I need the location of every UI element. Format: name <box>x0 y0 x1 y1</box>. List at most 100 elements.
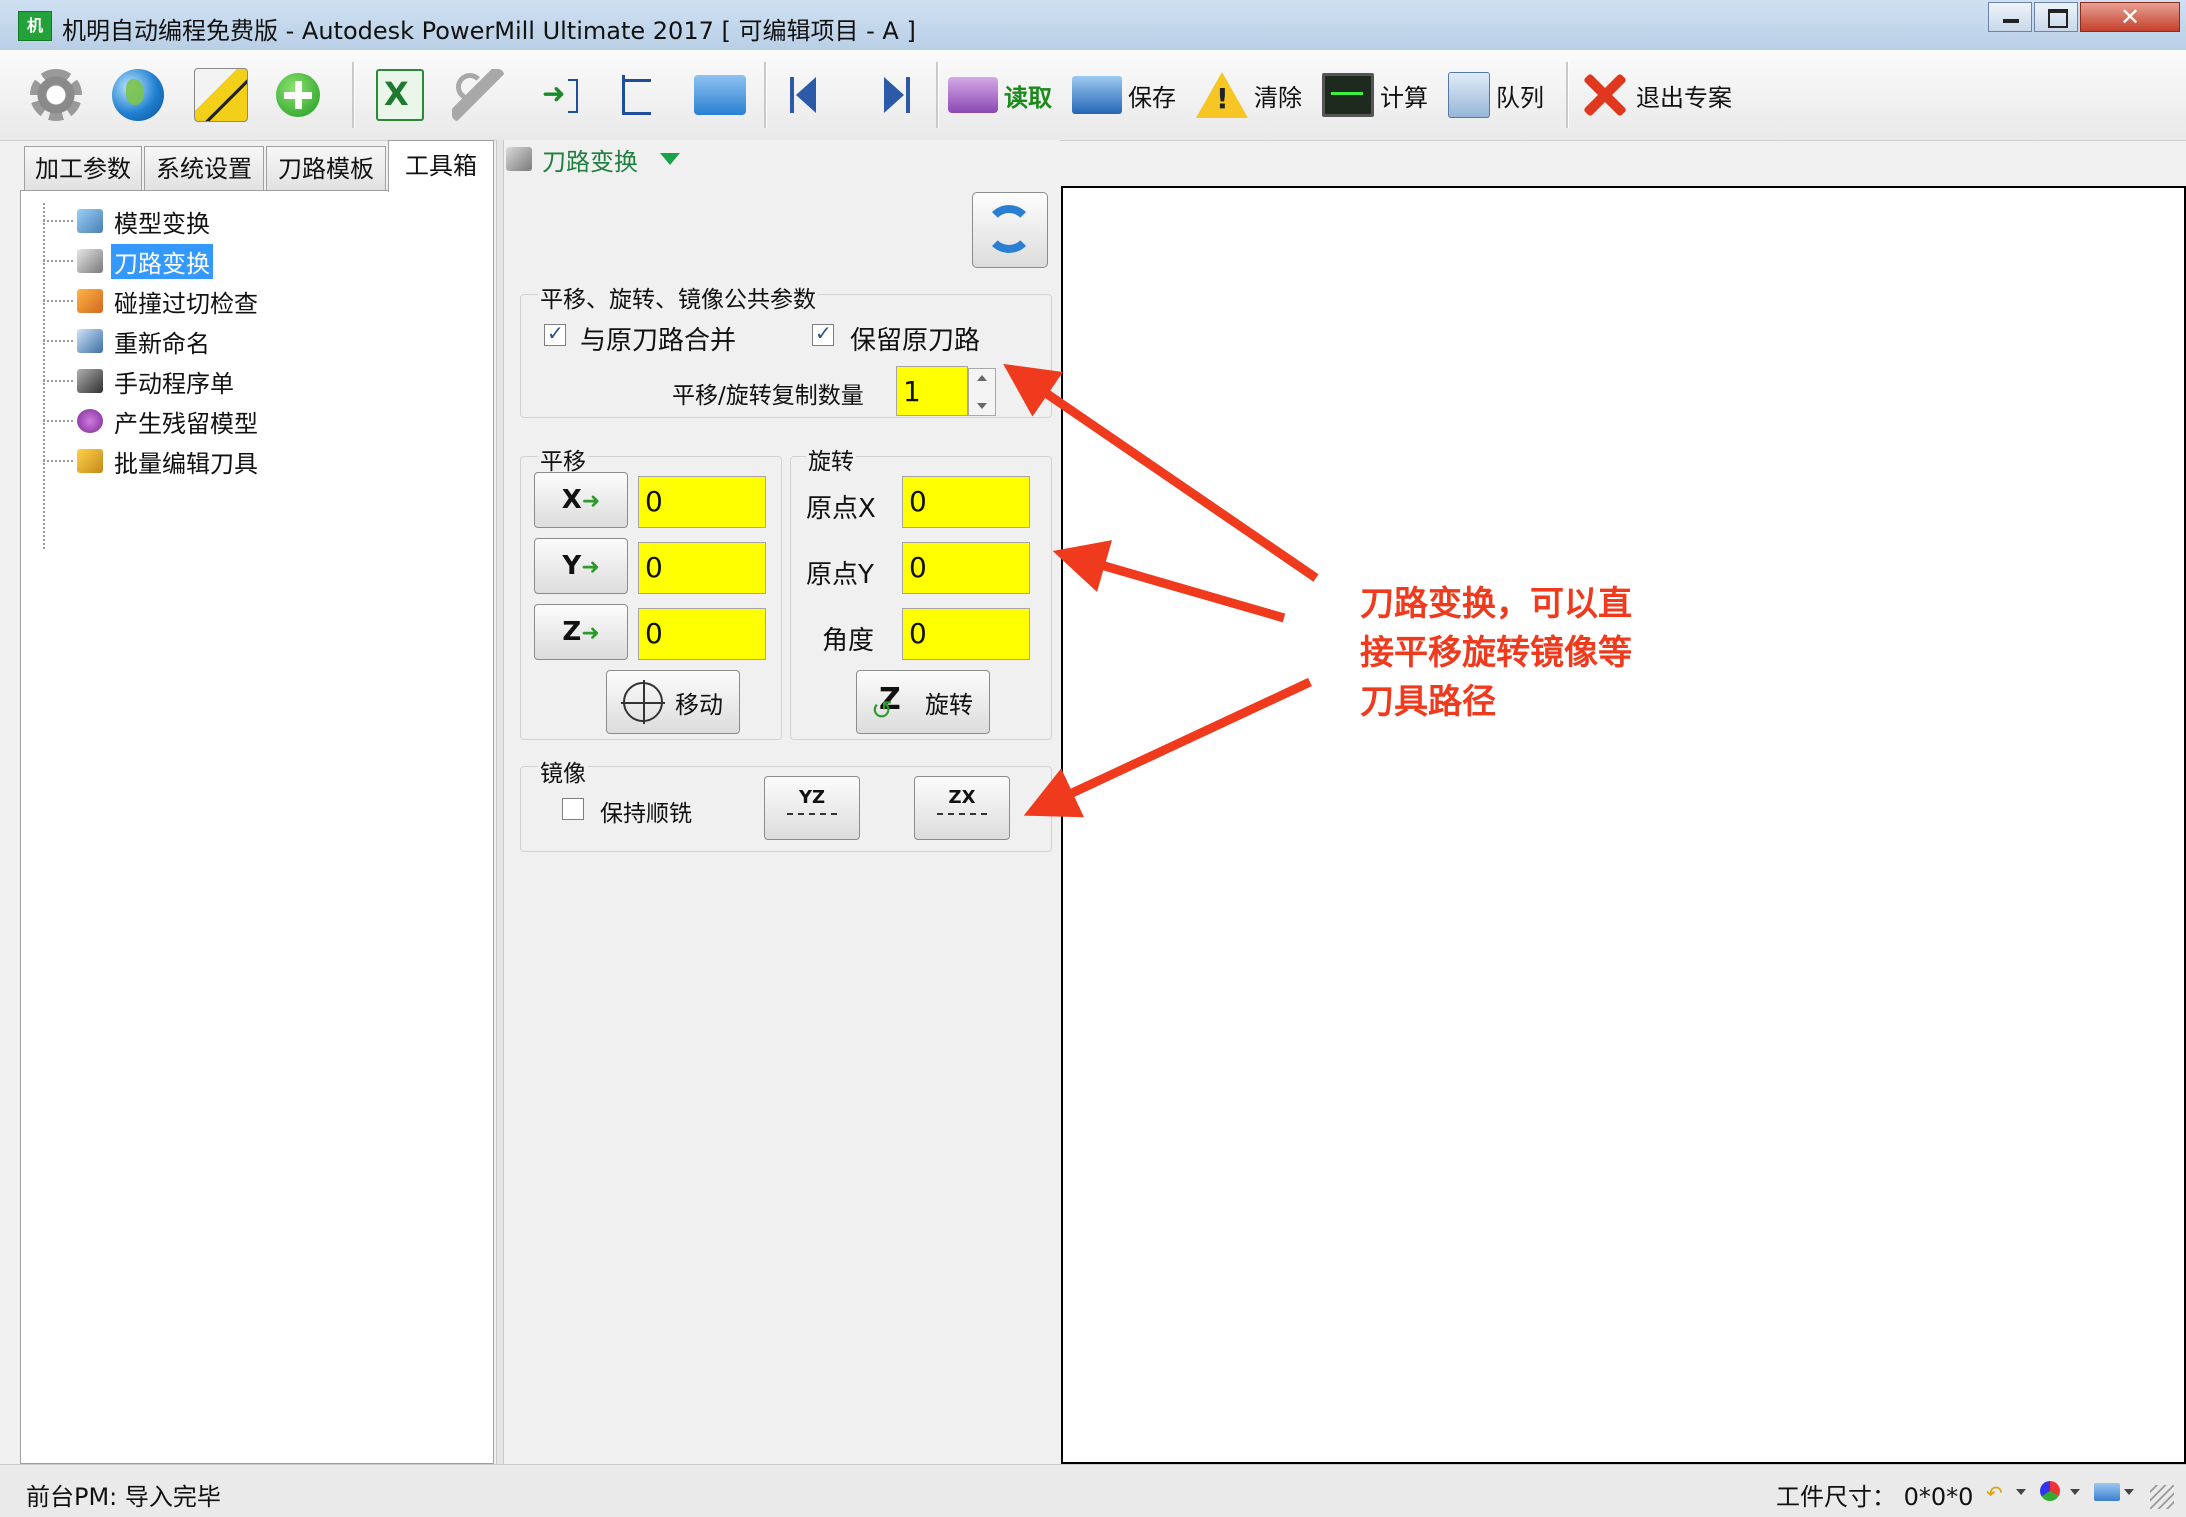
merge-checkbox[interactable] <box>544 321 566 346</box>
x-axis-label: X <box>561 485 582 515</box>
annotation-line: 接平移旋转镜像等 <box>1360 633 1632 673</box>
rotate-title: 旋转 <box>806 442 856 476</box>
resize-grip[interactable] <box>2150 1485 2174 1509</box>
copies-label: 平移/旋转复制数量 <box>672 383 864 409</box>
tab-toolbox[interactable]: 工具箱 <box>388 140 494 192</box>
globe-button[interactable] <box>112 60 164 130</box>
z-axis-label: Z <box>562 617 582 647</box>
mirror-zx-button[interactable]: ZX <box>914 776 1010 840</box>
angle-input[interactable]: 0 <box>902 608 1030 660</box>
folder-icon <box>694 75 746 115</box>
tree-item-label: 刀路变换 <box>111 243 213 279</box>
rotate-z-icon <box>871 682 913 726</box>
arrow-right-icon: ➜ <box>581 555 600 580</box>
collision-check-icon <box>77 289 103 313</box>
tree-item-stock-model[interactable]: 产生残留模型 <box>43 403 261 439</box>
origin-x-input[interactable]: 0 <box>902 476 1030 528</box>
tree-item-batch-tool-edit[interactable]: 批量编辑刀具 <box>43 443 261 479</box>
skip-first-icon <box>780 69 832 121</box>
minimize-button[interactable] <box>1988 2 2032 32</box>
panel-header[interactable]: 刀路变换 <box>506 142 680 176</box>
translate-x-input[interactable]: 0 <box>638 476 766 528</box>
translate-y-input[interactable]: 0 <box>638 542 766 594</box>
queue-label: 队列 <box>1496 83 1544 112</box>
calculate-button[interactable]: 计算 <box>1322 60 1428 130</box>
model-transform-icon <box>77 209 103 233</box>
mirror-plane-icon <box>787 813 837 815</box>
clear-label: 清除 <box>1254 83 1302 112</box>
close-button[interactable]: ✕ <box>2080 2 2180 32</box>
tree-item-collision-check[interactable]: 碰撞过切检查 <box>43 283 261 319</box>
excel-button[interactable] <box>376 60 424 130</box>
translate-x-button[interactable]: X➜ <box>534 472 628 528</box>
tree-item-program-sheet[interactable]: 手动程序单 <box>43 363 237 399</box>
tree-button[interactable] <box>612 60 664 130</box>
keep-original-checkbox[interactable] <box>812 321 834 346</box>
save-button[interactable]: 保存 <box>1072 60 1176 130</box>
view-cube-dropdown[interactable] <box>2040 1481 2080 1503</box>
status-bar: 前台PM: 导入完毕 工件尺寸： 0*0*0 ↶ <box>0 1464 2186 1517</box>
mirror-yz-label: YZ <box>798 787 826 808</box>
tree-item-label: 重新命名 <box>114 329 210 358</box>
workpiece-size-label: 工件尺寸： <box>1776 1483 1896 1511</box>
tree-item-toolpath-transform[interactable]: 刀路变换 <box>43 243 213 279</box>
merge-label: 与原刀路合并 <box>580 326 737 356</box>
tree-item-rename[interactable]: 重新命名 <box>43 323 213 359</box>
panel-splitter[interactable] <box>496 140 504 1464</box>
annotation-callout: 刀路变换，可以直 接平移旋转镜像等 刀具路径 <box>1360 580 1680 727</box>
tab-system-settings[interactable]: 系统设置 <box>144 146 264 190</box>
keep-climb-checkbox[interactable] <box>562 798 584 820</box>
folder-icon <box>2094 1483 2120 1501</box>
exit-x-icon <box>1578 69 1630 121</box>
first-button[interactable] <box>780 60 832 130</box>
import-button[interactable] <box>534 60 586 130</box>
translate-y-button[interactable]: Y➜ <box>534 538 628 594</box>
workpiece-size-value: 0*0*0 <box>1903 1483 1974 1511</box>
wrench-icon <box>452 69 504 121</box>
tree-item-model-transform[interactable]: 模型变换 <box>43 203 213 239</box>
tool-check-icon <box>194 68 248 122</box>
warning-icon <box>1196 72 1248 118</box>
translate-z-button[interactable]: Z➜ <box>534 604 628 660</box>
add-button[interactable] <box>276 60 320 130</box>
rotate-button[interactable]: 旋转 <box>856 670 990 734</box>
view-cube-icon <box>2040 1481 2060 1501</box>
copies-input[interactable]: 1 <box>896 366 968 416</box>
skip-last-icon <box>868 69 920 121</box>
translate-z-input[interactable]: 0 <box>638 608 766 660</box>
undo-dropdown[interactable]: ↶ <box>1986 1481 2026 1505</box>
keep-original-label: 保留原刀路 <box>850 326 981 356</box>
tree-item-label: 批量编辑刀具 <box>114 449 258 478</box>
refresh-button[interactable] <box>972 192 1048 268</box>
folder-dropdown[interactable] <box>2094 1481 2134 1503</box>
wrench-button[interactable] <box>452 60 504 130</box>
settings-button[interactable] <box>30 60 82 130</box>
move-button[interactable]: 移动 <box>606 670 740 734</box>
refresh-icon <box>985 205 1033 253</box>
chevron-down-icon <box>2124 1489 2134 1495</box>
tab-toolpath-templates[interactable]: 刀路模板 <box>266 146 386 190</box>
y-axis-label: Y <box>562 551 582 581</box>
close-icon: ✕ <box>2119 3 2141 31</box>
save-icon <box>1072 76 1122 114</box>
queue-button[interactable]: 队列 <box>1448 60 1544 130</box>
main-toolbar: 读取 保存 清除 计算 队列 退出专案 <box>0 50 2186 141</box>
toolbar-separator <box>764 62 767 128</box>
folder-button[interactable] <box>694 60 746 130</box>
mirror-yz-button[interactable]: YZ <box>764 776 860 840</box>
clear-button[interactable]: 清除 <box>1196 60 1302 130</box>
program-sheet-icon <box>77 369 103 393</box>
read-button[interactable]: 读取 <box>948 60 1052 130</box>
graphics-view[interactable] <box>1061 186 2186 1464</box>
exit-project-button[interactable]: 退出专案 <box>1578 60 1732 130</box>
exit-label: 退出专案 <box>1636 83 1732 112</box>
origin-y-input[interactable]: 0 <box>902 542 1030 594</box>
maximize-button[interactable] <box>2034 2 2078 32</box>
copies-stepper[interactable] <box>968 368 996 416</box>
tree-item-label: 产生残留模型 <box>114 409 258 438</box>
toolbar-separator <box>1566 62 1569 128</box>
last-button[interactable] <box>868 60 920 130</box>
tab-machining-params[interactable]: 加工参数 <box>24 146 142 190</box>
left-tabs: 加工参数 系统设置 刀路模板 工具箱 <box>20 140 494 192</box>
tool-check-button[interactable] <box>194 60 248 130</box>
